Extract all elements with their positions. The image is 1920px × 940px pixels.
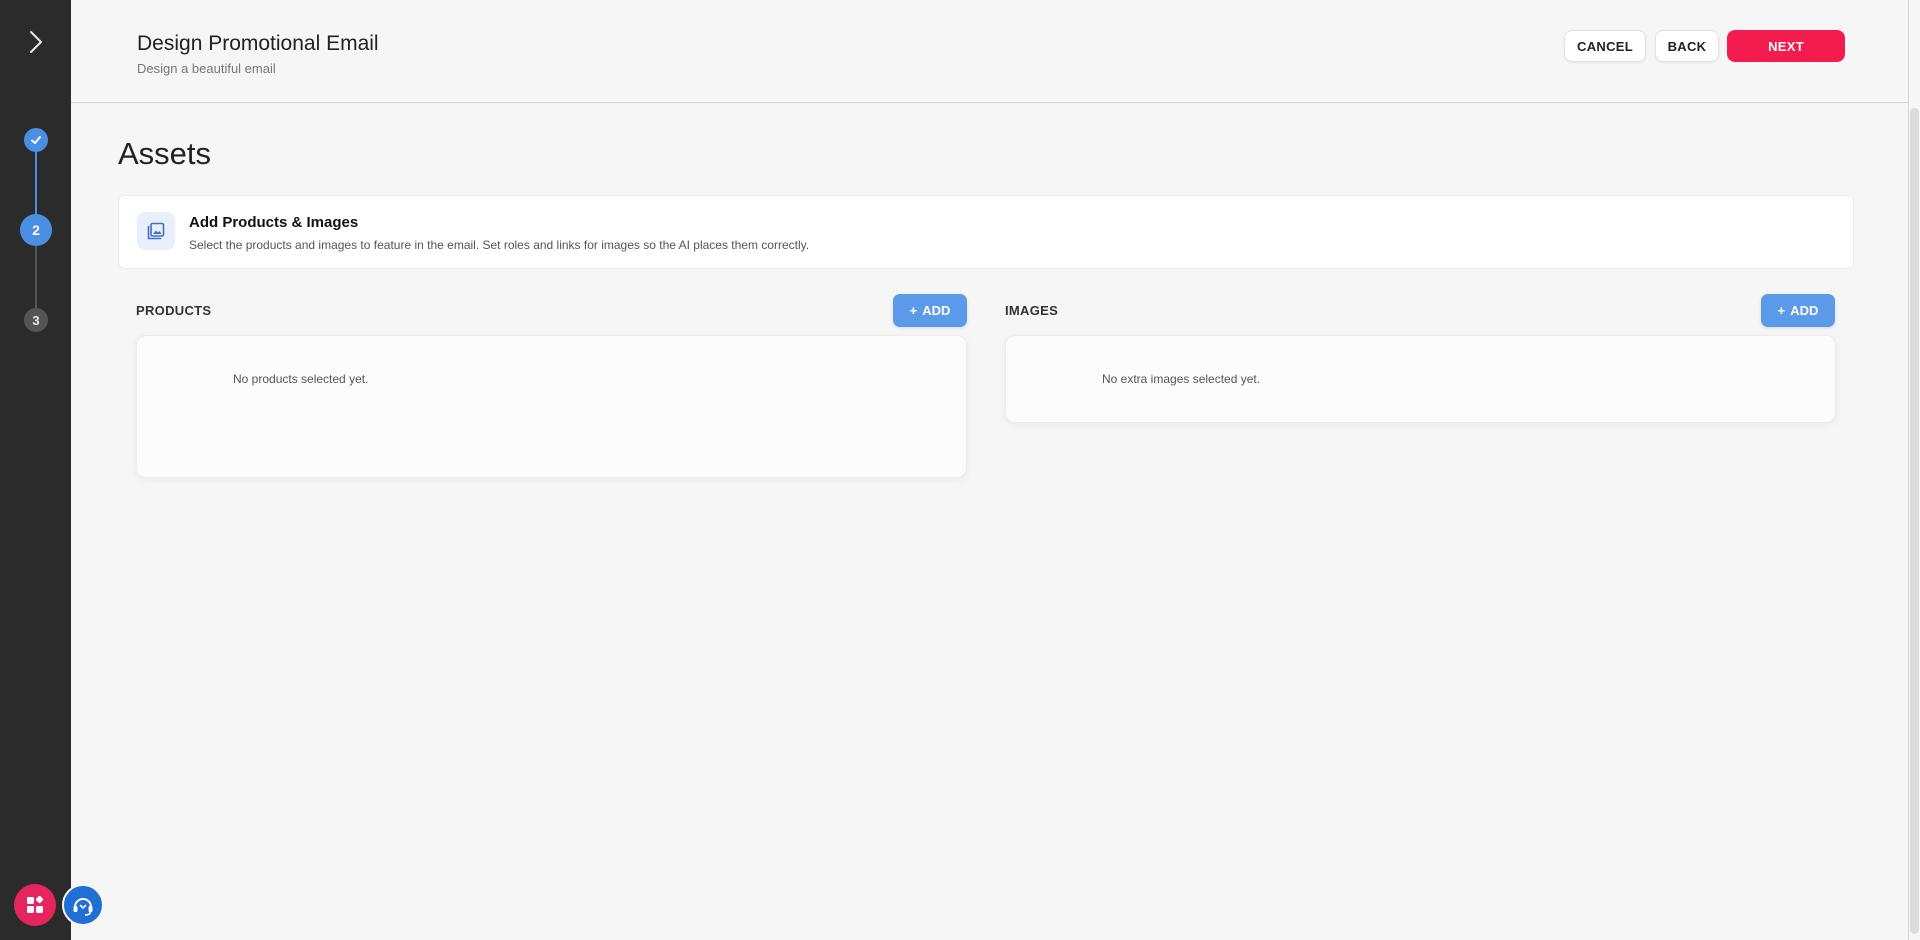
info-card-title: Add Products & Images [189,214,359,231]
apps-grid-icon [27,896,44,913]
check-icon [31,136,41,144]
support-fab-button[interactable] [62,884,104,926]
image-gallery-icon [147,222,165,240]
info-card: Add Products & Images Select the product… [118,195,1854,269]
images-empty-state: No extra images selected yet. [1102,372,1261,386]
chevron-right-icon [30,31,42,53]
top-header: Design Promotional Email Design a beauti… [71,0,1909,103]
plus-icon: + [1777,303,1786,318]
cancel-button[interactable]: CANCEL [1564,30,1646,62]
apps-fab-button[interactable] [14,884,56,926]
products-panel: No products selected yet. [136,335,967,478]
page-title: Assets [118,136,212,171]
back-button[interactable]: BACK [1655,30,1719,62]
step-connector [35,152,37,214]
step-connector [35,246,37,308]
info-card-description: Select the products and images to featur… [189,238,810,252]
products-empty-state: No products selected yet. [233,372,369,386]
step-number: 2 [32,222,40,238]
step-3-upcoming[interactable]: 3 [24,308,48,332]
add-product-label: ADD [922,303,951,318]
step-number: 3 [32,312,40,328]
sidebar: 2 3 [0,0,104,940]
sidebar-toggle-button[interactable] [22,24,50,60]
add-image-label: ADD [1790,303,1819,318]
images-section-label: IMAGES [1005,303,1059,318]
wizard-subtitle: Design a beautiful email [137,61,276,76]
images-panel: No extra images selected yet. [1005,335,1836,423]
next-button[interactable]: NEXT [1727,30,1845,62]
plus-icon: + [909,303,918,318]
step-1-completed[interactable] [24,128,48,152]
add-image-button[interactable]: + ADD [1761,294,1835,327]
step-2-active[interactable]: 2 [20,214,52,246]
headset-support-icon [73,898,93,916]
info-card-icon-box [137,212,175,250]
wizard-title: Design Promotional Email [137,32,379,55]
scrollbar-thumb[interactable] [1910,108,1919,934]
products-section-label: PRODUCTS [136,303,212,318]
add-product-button[interactable]: + ADD [893,294,967,327]
